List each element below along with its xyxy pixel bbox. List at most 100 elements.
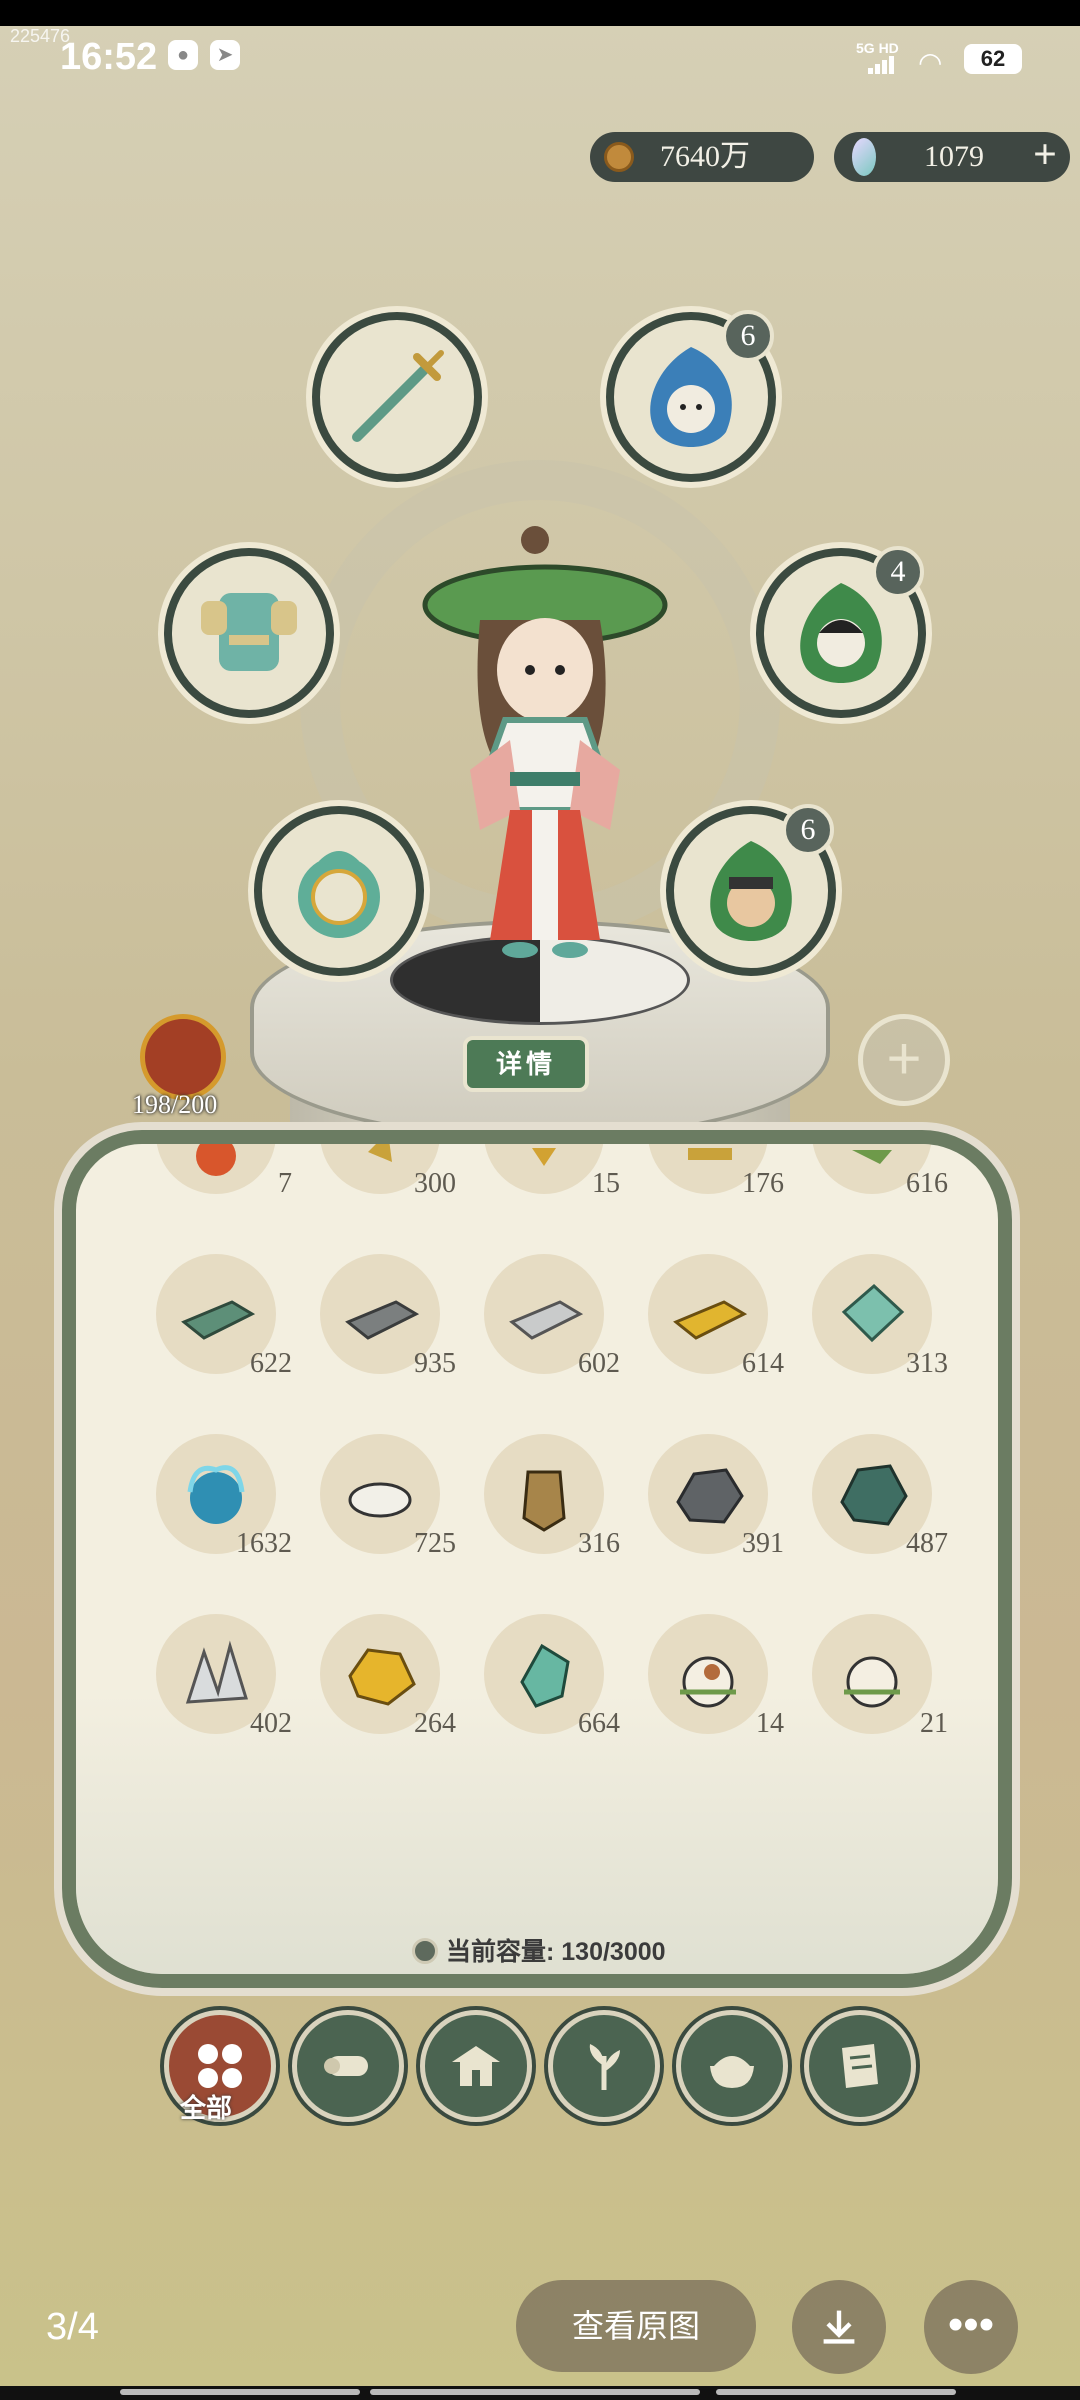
item-count: 614	[742, 1348, 784, 1379]
inventory-item[interactable]: 316	[474, 1424, 620, 1564]
spirit-slot-1[interactable]: 6	[606, 310, 776, 482]
spirit-slot-3[interactable]: 6	[666, 804, 836, 976]
pet-avatar[interactable]	[140, 1014, 226, 1100]
inventory-item[interactable]: 614	[638, 1244, 784, 1384]
grid-icon	[198, 2044, 242, 2088]
gold-nugget-icon	[348, 1648, 416, 1706]
jade-slab-icon	[841, 1283, 905, 1343]
inventory-item[interactable]: 402	[146, 1604, 292, 1744]
inventory-item[interactable]: 487	[802, 1424, 948, 1564]
tab-all-label: 全部	[180, 2093, 233, 2123]
armor-slot[interactable]	[164, 548, 334, 718]
white-pebble-icon	[348, 1482, 412, 1518]
download-button[interactable]	[792, 2280, 886, 2374]
status-time: 16:52	[60, 36, 158, 78]
inventory-item[interactable]: 15	[474, 1144, 620, 1204]
rice-dumpling-icon	[844, 1656, 900, 1708]
pet-count: 198/200	[132, 1090, 218, 1119]
inventory-item[interactable]: 264	[310, 1604, 456, 1744]
rice-bowl-icon	[710, 2056, 754, 2088]
tab-herb[interactable]	[548, 2010, 660, 2122]
herb-icon	[852, 1150, 892, 1164]
weapon-slot[interactable]	[312, 312, 482, 482]
tab-wood[interactable]	[292, 2010, 404, 2122]
tab-food[interactable]	[676, 2010, 788, 2122]
battery-indicator: 62	[964, 44, 1022, 74]
gold-bundle-icon	[688, 1148, 732, 1160]
item-count: 176	[742, 1168, 784, 1199]
wifi-icon: ◠	[918, 47, 943, 78]
item-count: 313	[906, 1348, 948, 1379]
home-indicator-bar	[0, 2386, 1080, 2400]
item-count: 391	[742, 1528, 784, 1559]
blue-flame-orb-icon	[187, 1465, 245, 1524]
inventory-panel[interactable]: 7 300 15 176 616 622 935 602 614 313 163…	[62, 1130, 1012, 1988]
download-icon	[823, 2310, 855, 2344]
inventory-item[interactable]: 300	[310, 1144, 456, 1204]
ring-slot[interactable]	[254, 806, 424, 976]
more-icon: •••	[947, 2300, 995, 2349]
inventory-item[interactable]: 176	[638, 1144, 784, 1204]
capacity-label: 当前容量: 130/3000	[446, 1938, 666, 1966]
item-count: 487	[906, 1528, 948, 1559]
item-count: 402	[250, 1708, 292, 1739]
gem-balance: 1079 +	[834, 132, 1070, 182]
spirit-slot-2[interactable]: 4	[756, 546, 926, 718]
inventory-item[interactable]: 664	[474, 1604, 620, 1744]
leaf-icon	[589, 2044, 620, 2090]
gold-shard-icon	[532, 1148, 556, 1166]
coin-amount: 7640万	[660, 140, 750, 173]
coin-icon	[604, 142, 634, 172]
character-figure	[422, 526, 668, 958]
jade-crystal-icon	[520, 1643, 570, 1708]
tab-building[interactable]	[420, 2010, 532, 2122]
inventory-item[interactable]: 622	[146, 1244, 292, 1384]
jade-ingot-icon	[181, 1300, 256, 1340]
house-icon	[452, 2046, 500, 2086]
inventory-item[interactable]: 21	[802, 1604, 948, 1744]
item-count: 264	[414, 1708, 456, 1739]
iron-ingot-icon	[345, 1300, 420, 1340]
item-count: 725	[414, 1528, 456, 1559]
gem-icon	[852, 138, 876, 176]
top-black-bar	[0, 0, 1080, 26]
network-label: 5G HD	[856, 40, 899, 56]
tab-scroll[interactable]	[804, 2010, 916, 2122]
item-count: 602	[578, 1348, 620, 1379]
gem-amount: 1079	[924, 140, 984, 173]
item-count: 316	[578, 1528, 620, 1559]
inventory-item[interactable]: 391	[638, 1424, 784, 1564]
add-slot-button[interactable]: +	[858, 1014, 950, 1106]
armor-icon	[201, 593, 297, 671]
inventory-item[interactable]: 14	[638, 1604, 784, 1744]
inventory-item[interactable]: 725	[310, 1424, 456, 1564]
image-counter: 3/4	[46, 2306, 99, 2348]
coin-balance: 7640万	[590, 132, 814, 182]
wechat-icon: ●	[168, 40, 198, 70]
inventory-item[interactable]: 935	[310, 1244, 456, 1384]
add-gems-button[interactable]: +	[1026, 134, 1064, 176]
status-bar: 16:52 ● ➤ 5G HD ◠ 62	[0, 26, 1080, 90]
gold-leaf-icon	[368, 1144, 392, 1162]
token-plaque-icon	[522, 1470, 566, 1532]
sword-icon	[352, 350, 444, 442]
signal-icon	[868, 56, 898, 74]
scroll-icon	[842, 2044, 878, 2088]
chicken-dumpling-icon	[680, 1656, 736, 1708]
green-rock-icon	[840, 1464, 908, 1526]
item-count: 935	[414, 1348, 456, 1379]
item-count: 664	[578, 1708, 620, 1739]
view-original-button[interactable]: 查看原图	[516, 2280, 756, 2372]
inventory-item[interactable]: 313	[802, 1244, 948, 1384]
log-icon	[324, 2056, 368, 2076]
details-button[interactable]: 详情	[463, 1036, 589, 1092]
inventory-item[interactable]: 602	[474, 1244, 620, 1384]
crystal-cluster-icon	[185, 1640, 248, 1704]
inventory-item[interactable]: 1632	[146, 1424, 292, 1564]
spirit-count-badge: 6	[782, 804, 834, 856]
inventory-item[interactable]: 616	[802, 1144, 948, 1204]
item-count: 1632	[236, 1528, 292, 1559]
item-count: 15	[592, 1168, 620, 1199]
more-options-button[interactable]: •••	[924, 2280, 1018, 2374]
inventory-item[interactable]: 7	[146, 1144, 292, 1204]
